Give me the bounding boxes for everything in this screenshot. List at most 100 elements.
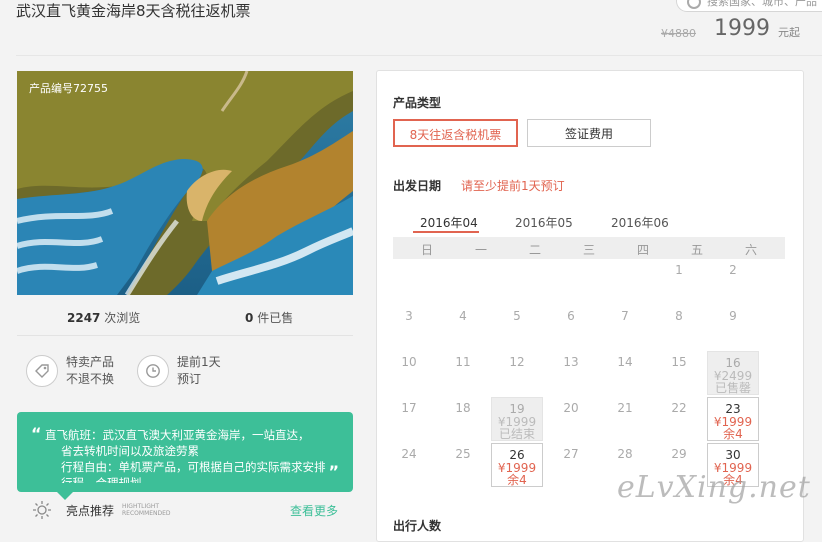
sold-label: 件已售 — [257, 311, 294, 325]
calendar-day-26[interactable]: 26 ¥1999 余4 — [491, 443, 543, 487]
price-suffix: 元起 — [778, 26, 800, 39]
calendar-day-12: 12 — [491, 351, 543, 395]
product-photo: 产品编号72755 — [17, 71, 353, 295]
departure-date-label: 出发日期 — [393, 179, 442, 193]
quote-pointer — [57, 492, 73, 500]
weekday-sun: 日 — [420, 243, 433, 257]
watermark: eLvXing.net — [617, 470, 811, 505]
stats-divider — [17, 335, 353, 336]
calendar-day-number: 6 — [567, 309, 575, 323]
calendar-day-10: 10 — [383, 351, 435, 395]
highlights-en: HIGHTLIGHT RECOMMENDED — [122, 503, 171, 517]
calendar-day-21: 21 — [599, 397, 651, 441]
page-title: 武汉直飞黄金海岸8天含税往返机票 — [16, 2, 251, 20]
calendar-day-7: 7 — [599, 305, 651, 349]
calendar-day-number: 9 — [729, 309, 737, 323]
price-block: ¥4880 1999 元起 — [661, 16, 800, 41]
calendar-day-9: 9 — [707, 305, 759, 349]
current-price: 1999 — [714, 16, 770, 41]
open-quote-icon: “ — [31, 424, 42, 443]
highlights-en-line2: RECOMMENDED — [122, 510, 171, 517]
active-month-underline — [413, 231, 479, 233]
tag-icon — [26, 355, 58, 387]
calendar-day-number: 23 — [725, 402, 741, 416]
search-placeholder: 搜索国家、城市、产品 — [707, 0, 817, 8]
calendar-day-status: 余4 — [507, 473, 527, 487]
calendar-day-number: 29 — [671, 447, 687, 461]
sold-stat: 0 件已售 — [245, 309, 293, 326]
calendar-day-number: 17 — [401, 401, 417, 415]
calendar-day-number: 16 — [725, 356, 741, 370]
calendar-day-number: 18 — [455, 401, 471, 415]
calendar-day-25: 25 — [437, 443, 489, 487]
feature-advance: 提前1天 预订 — [137, 354, 221, 388]
product-stats: 2247 次浏览 0 件已售 — [17, 305, 353, 329]
feature-sale-line2: 不退不换 — [66, 372, 115, 386]
calendar-day-24: 24 — [383, 443, 435, 487]
calendar-day-22: 22 — [653, 397, 705, 441]
calendar-day-number: 25 — [455, 447, 471, 461]
calendar-day-number: 28 — [617, 447, 633, 461]
highlights-title: 亮点推荐 — [66, 503, 115, 518]
weekday-fri: 五 — [690, 243, 703, 257]
weekday-thu: 四 — [636, 243, 649, 257]
calendar-day-number: 26 — [509, 448, 525, 462]
calendar-day-2: 2 — [707, 259, 759, 303]
calendar-day-1: 1 — [653, 259, 705, 303]
calendar-day-number: 14 — [617, 355, 633, 369]
views-count: 2247 — [67, 311, 101, 325]
product-type-label: 产品类型 — [393, 96, 442, 110]
option-visa-fee[interactable]: 签证费用 — [527, 119, 651, 147]
highlights-en-line1: HIGHTLIGHT — [122, 503, 160, 510]
calendar-day-number: 24 — [401, 447, 417, 461]
highlight-line: 行程，合理规划 — [61, 476, 142, 490]
weekday-tue: 二 — [528, 243, 541, 257]
option-round-trip[interactable]: 8天往返含税机票 — [393, 119, 518, 147]
weekday-wed: 三 — [582, 243, 595, 257]
feature-sale-line1: 特卖产品 — [66, 355, 115, 369]
calendar-day-17: 17 — [383, 397, 435, 441]
calendar-day-number: 10 — [401, 355, 417, 369]
weekday-sat: 六 — [744, 243, 757, 257]
calendar-day-number: 21 — [617, 401, 633, 415]
views-label: 次浏览 — [104, 311, 141, 325]
calendar-day-number: 3 — [405, 309, 413, 323]
calendar-day-number: 1 — [675, 263, 683, 277]
calendar-day-20: 20 — [545, 397, 597, 441]
calendar-day-status: 余4 — [723, 427, 743, 441]
calendar-day-number: 22 — [671, 401, 687, 415]
header-divider — [16, 55, 822, 56]
tab-month-2016-06[interactable]: 2016年06 — [611, 214, 669, 231]
view-more-link[interactable]: 查看更多 — [290, 502, 338, 519]
search-input[interactable]: 搜索国家、城市、产品 — [676, 0, 822, 12]
highlight-quote-box: “ 直飞航班：武汉直飞澳大利亚黄金海岸，一站直达， 省去转机时间以及旅途劳累 行… — [17, 412, 353, 500]
calendar-day-5: 5 — [491, 305, 543, 349]
calendar-day-23[interactable]: 23 ¥1999 余4 — [707, 397, 759, 441]
calendar-day-14: 14 — [599, 351, 651, 395]
sold-count: 0 — [245, 311, 254, 325]
calendar-day-number: 5 — [513, 309, 521, 323]
feature-advance-line2: 预订 — [177, 372, 202, 386]
search-icon — [687, 0, 701, 9]
calendar-day-number: 7 — [621, 309, 629, 323]
tab-month-2016-05[interactable]: 2016年05 — [515, 214, 573, 231]
tab-month-2016-04[interactable]: 2016年04 — [420, 214, 478, 231]
feature-sale: 特卖产品 不退不换 — [26, 354, 114, 388]
calendar-day-number: 11 — [455, 355, 471, 369]
calendar-day-number: 15 — [671, 355, 687, 369]
weekday-header: 日 一 二 三 四 五 六 — [393, 237, 785, 259]
calendar-day-number: 19 — [509, 402, 525, 416]
product-id: 产品编号72755 — [29, 82, 108, 95]
sun-icon — [33, 501, 51, 519]
calendar-day-8: 8 — [653, 305, 705, 349]
calendar-day-status: 已结束 — [498, 427, 535, 441]
calendar-day-number: 30 — [725, 448, 741, 462]
calendar-day-11: 11 — [437, 351, 489, 395]
calendar-day-number: 8 — [675, 309, 683, 323]
weekday-mon: 一 — [474, 243, 487, 257]
highlight-line: 行程自由：单机票产品，可根据自己的实际需求安排 — [61, 460, 326, 474]
calendar-day-18: 18 — [437, 397, 489, 441]
calendar-day-6: 6 — [545, 305, 597, 349]
calendar-day-4: 4 — [437, 305, 489, 349]
views-stat: 2247 次浏览 — [67, 309, 140, 326]
